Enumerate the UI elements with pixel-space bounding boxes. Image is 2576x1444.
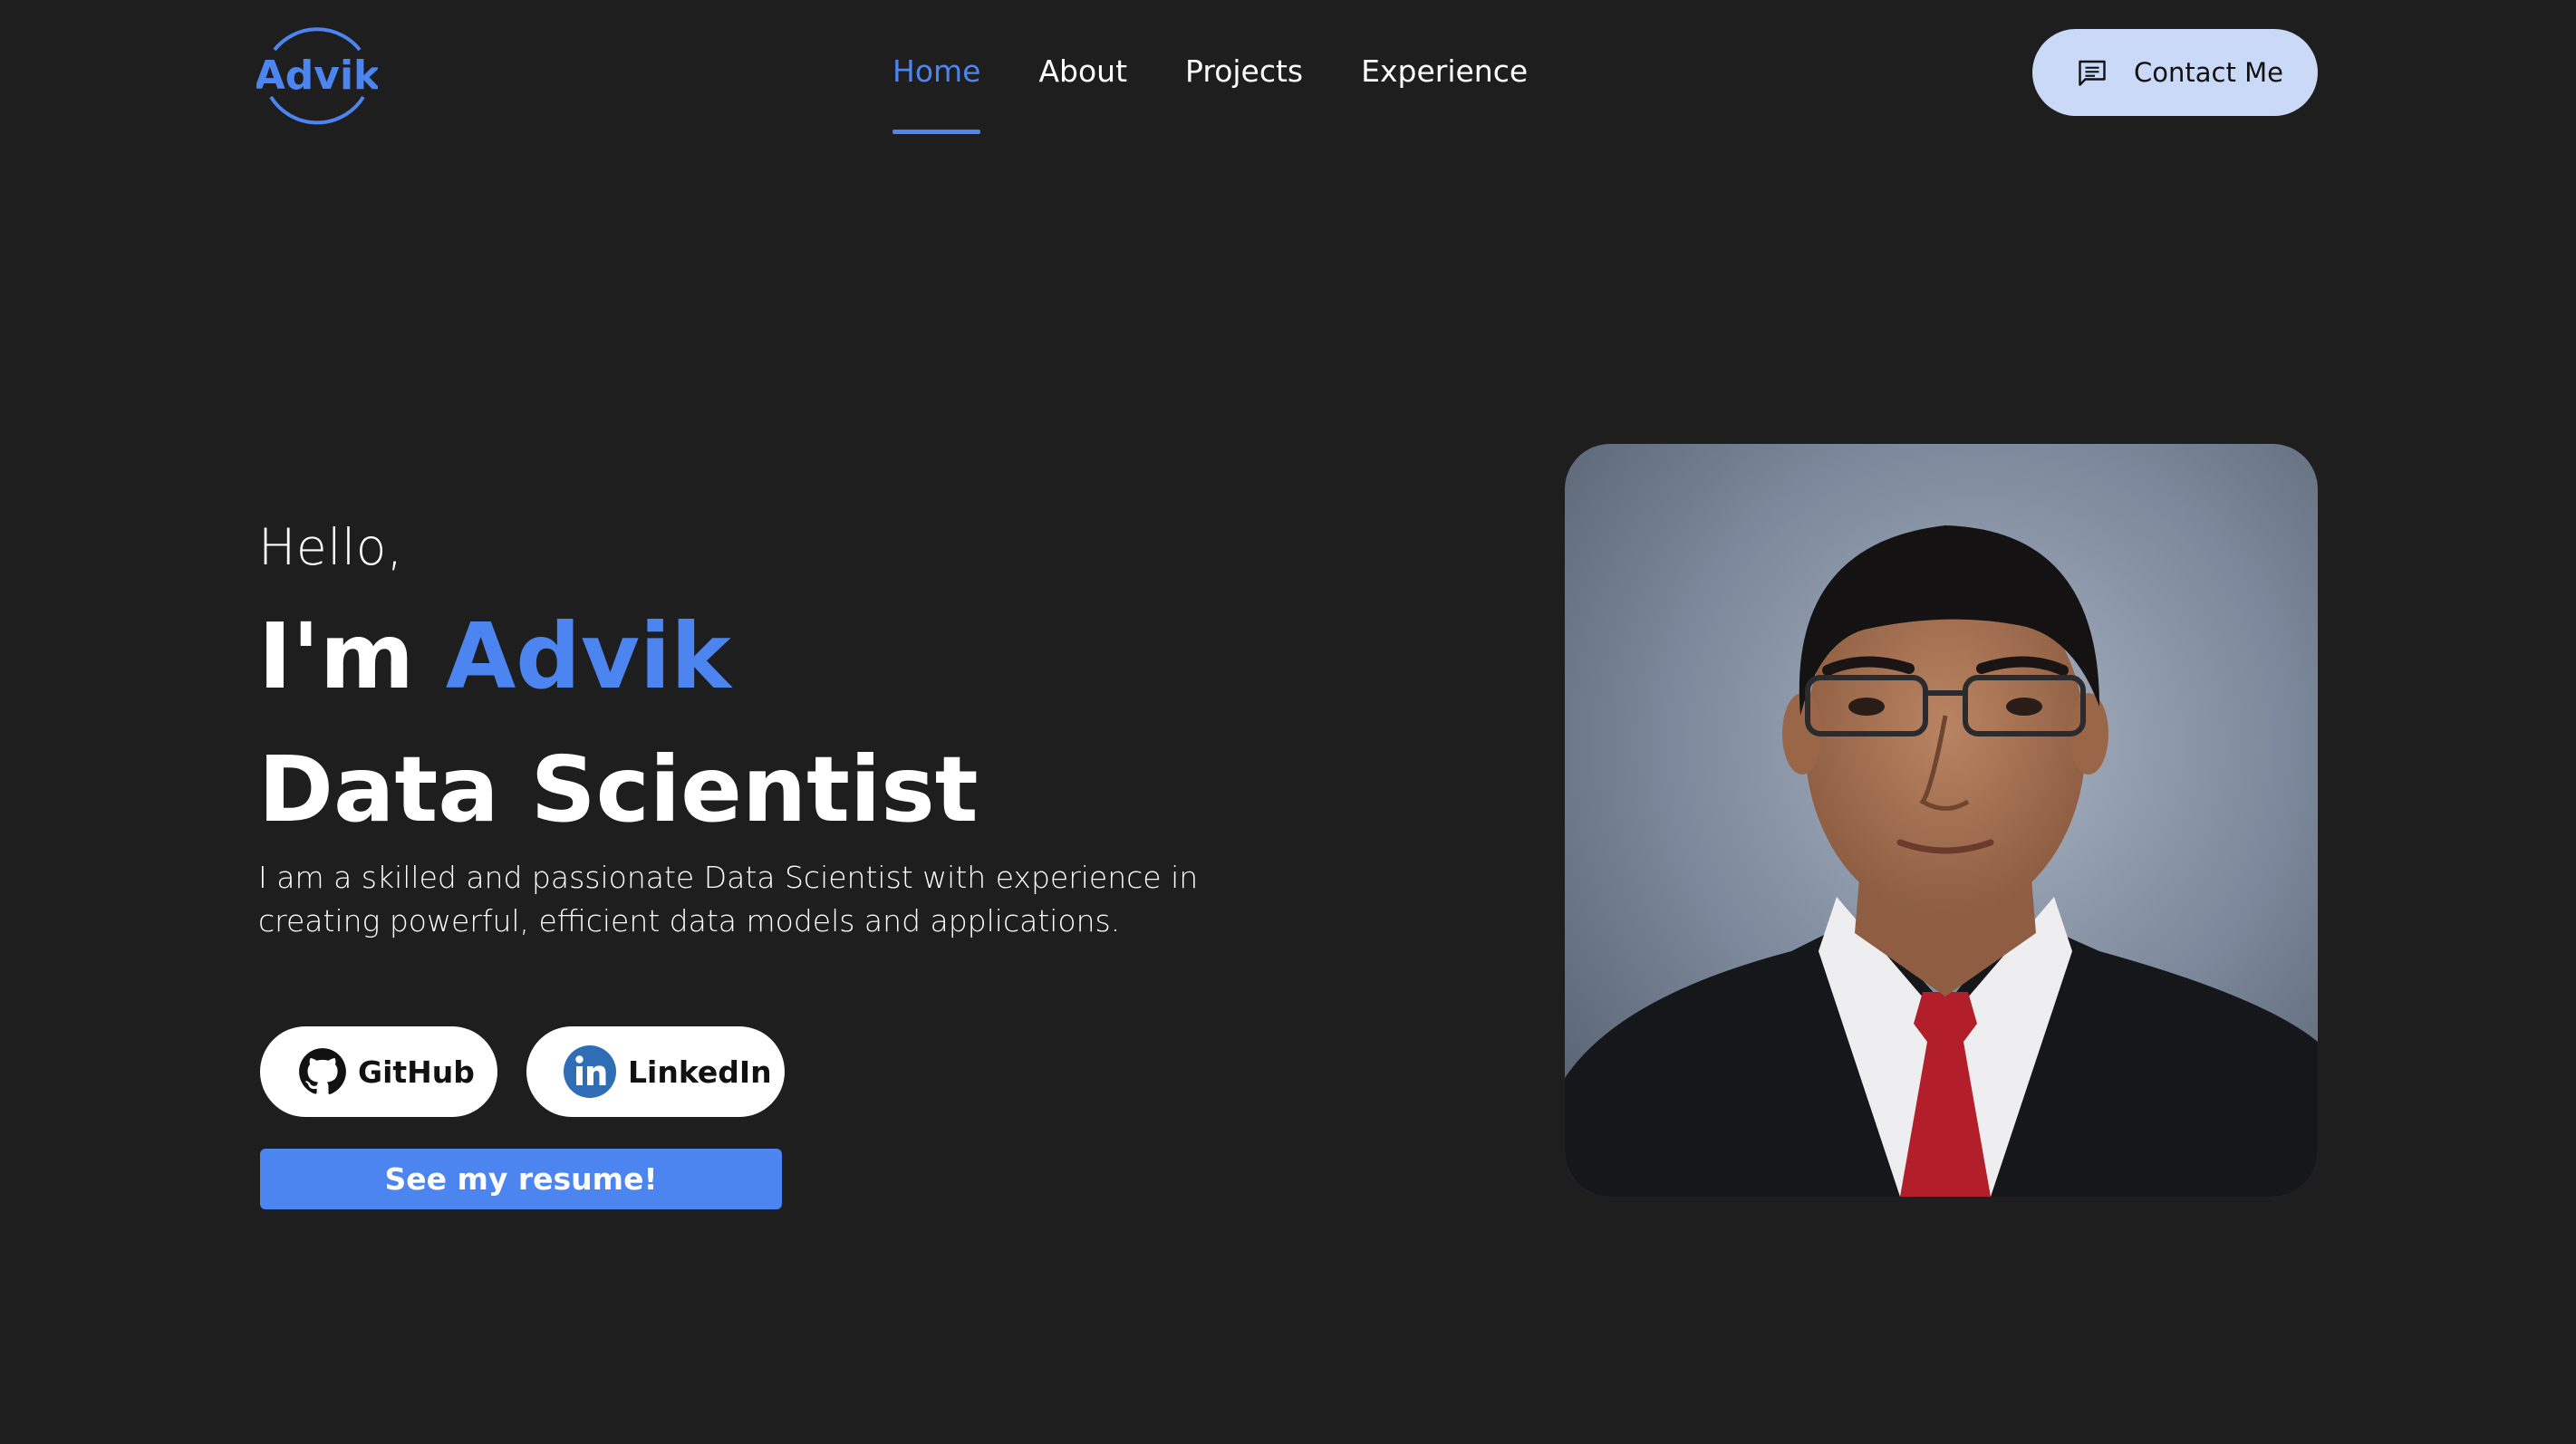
linkedin-label: LinkedIn <box>628 1054 772 1090</box>
github-button[interactable]: GitHub <box>260 1026 497 1117</box>
profile-photo <box>1565 444 2318 1197</box>
contact-button[interactable]: Contact Me <box>2032 29 2318 116</box>
main-nav: Home About Projects Experience <box>892 47 1586 134</box>
name-highlight: Advik <box>445 603 731 709</box>
greeting: Hello, <box>258 518 403 576</box>
hero-role: Data Scientist <box>258 736 979 842</box>
hero-name: I'm Advik <box>258 602 731 711</box>
nav-projects[interactable]: Projects <box>1185 47 1303 116</box>
resume-button[interactable]: See my resume! <box>260 1149 782 1209</box>
nav-experience[interactable]: Experience <box>1361 47 1528 116</box>
nav-home[interactable]: Home <box>892 47 981 134</box>
github-label: GitHub <box>358 1054 475 1090</box>
hero-description: I am a skilled and passionate Data Scien… <box>258 860 1199 939</box>
linkedin-icon <box>564 1045 616 1098</box>
message-icon <box>2079 60 2106 86</box>
contact-label: Contact Me <box>2134 57 2283 88</box>
linkedin-button[interactable]: LinkedIn <box>526 1026 785 1117</box>
logo-text: Advik <box>256 53 378 99</box>
github-icon <box>299 1048 346 1094</box>
name-prefix: I'm <box>258 603 415 709</box>
nav-about[interactable]: About <box>1038 47 1127 116</box>
site-logo[interactable]: Advik <box>256 14 378 135</box>
